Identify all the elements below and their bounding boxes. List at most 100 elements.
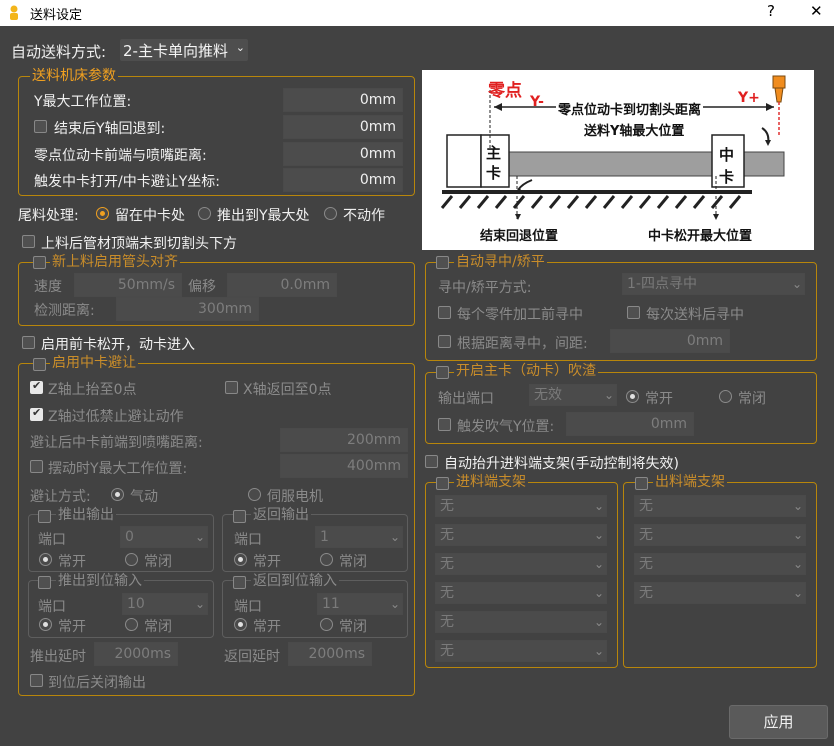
y-return-input[interactable]: 0mm <box>283 115 403 139</box>
z-low-checkbox[interactable] <box>30 406 43 421</box>
center-by-distance-checkbox[interactable] <box>438 335 451 348</box>
front-release-checkbox[interactable] <box>22 336 35 349</box>
apply-button[interactable]: 应用 <box>729 705 828 739</box>
blow-trigger-input[interactable]: 0mm <box>566 412 694 436</box>
push-delay-input[interactable]: 2000ms <box>94 642 178 666</box>
detect-label: 检测距离: <box>34 303 95 319</box>
chevron-down-icon: ⌄ <box>389 597 400 611</box>
push-out-title: 推出输出 <box>56 507 116 523</box>
push-delay-label: 推出延时 <box>30 649 86 665</box>
center-mode-select[interactable]: 1-四点寻中 ⌄ <box>622 273 805 295</box>
detect-input[interactable]: 300mm <box>116 297 259 321</box>
z-up-checkbox[interactable] <box>30 379 43 394</box>
infeed-select-1[interactable]: 无 ⌄ <box>435 495 607 517</box>
return-out-open-radio[interactable] <box>234 553 247 566</box>
outfeed-value-4: 无 <box>639 585 653 601</box>
chevron-down-icon: ⌄ <box>194 530 205 544</box>
push-in-close-radio[interactable] <box>125 618 138 631</box>
main-clamp-char2: 卡 <box>486 164 502 182</box>
trigger-y-input[interactable]: 0mm <box>283 168 403 192</box>
close-icon[interactable]: ✕ <box>810 2 823 20</box>
blow-open-radio[interactable] <box>626 390 639 403</box>
blow-checkbox[interactable] <box>436 366 449 379</box>
new-feed-title: 新上料启用管头对齐 <box>50 254 180 270</box>
new-feed-checkbox[interactable] <box>33 256 46 269</box>
outfeed-select-3[interactable]: 无 ⌄ <box>634 553 806 575</box>
chevron-down-icon: ⌄ <box>235 41 245 54</box>
push-in-open-radio[interactable] <box>39 618 52 631</box>
zero-distance-input[interactable]: 0mm <box>283 142 403 166</box>
machine-params-title: 送料机床参数 <box>30 68 118 84</box>
push-out-close-radio[interactable] <box>125 553 138 566</box>
center-distance-input[interactable]: 0mm <box>610 329 730 353</box>
y-minus-label: Y- <box>530 94 544 110</box>
outfeed-select-1[interactable]: 无 ⌄ <box>634 495 806 517</box>
return-in-port-select[interactable]: 11 ⌄ <box>317 593 403 615</box>
outfeed-select-2[interactable]: 无 ⌄ <box>634 524 806 546</box>
top-check-checkbox[interactable] <box>22 235 35 248</box>
push-in-open-label: 常开 <box>58 619 86 635</box>
auto-lift-checkbox[interactable] <box>425 455 438 468</box>
y-max-pos-label: 送料Y轴最大位置 <box>584 124 685 139</box>
center-before-part-checkbox[interactable] <box>438 306 451 319</box>
tail-radio-stay[interactable] <box>96 207 109 220</box>
avoid-mode-pneumatic-label: 气动 <box>130 489 158 505</box>
push-in-port-select[interactable]: 10 ⌄ <box>122 593 208 615</box>
swing-input[interactable]: 400mm <box>280 454 408 478</box>
auto-center-checkbox[interactable] <box>436 256 449 269</box>
center-by-distance-label: 根据距离寻中，间距: <box>457 336 588 352</box>
infeed-select-6[interactable]: 无 ⌄ <box>435 640 607 662</box>
return-in-close-label: 常闭 <box>339 619 367 635</box>
outfeed-select-4[interactable]: 无 ⌄ <box>634 582 806 604</box>
title-bar: 送料设定 ? ✕ <box>0 0 834 26</box>
mode-select[interactable]: 2-主卡单向推料 ⌄ <box>120 39 248 61</box>
infeed-title: 进料端支架 <box>454 474 528 490</box>
swing-checkbox[interactable] <box>30 460 43 473</box>
return-out-close-radio[interactable] <box>320 553 333 566</box>
speed-input[interactable]: 50mm/s <box>74 273 182 297</box>
offset-input[interactable]: 0.0mm <box>227 273 337 297</box>
return-in-close-radio[interactable] <box>320 618 333 631</box>
outfeed-checkbox[interactable] <box>635 477 648 490</box>
return-out-checkbox[interactable] <box>233 510 246 523</box>
close-output-checkbox[interactable] <box>30 674 43 687</box>
tail-radio-push[interactable] <box>198 207 211 220</box>
y-max-input[interactable]: 0mm <box>283 88 403 112</box>
avoid-mode-servo-label: 伺服电机 <box>267 489 323 505</box>
blow-close-radio[interactable] <box>719 390 732 403</box>
tail-opt-none: 不动作 <box>343 208 385 224</box>
infeed-select-2[interactable]: 无 ⌄ <box>435 524 607 546</box>
chevron-down-icon: ⌄ <box>792 557 803 571</box>
end-position-label: 结束回退位置 <box>480 229 559 244</box>
push-out-port-select[interactable]: 0 ⌄ <box>120 526 208 548</box>
return-in-open-radio[interactable] <box>234 618 247 631</box>
y-plus-label: Y+ <box>738 90 760 106</box>
push-out-checkbox[interactable] <box>38 510 51 523</box>
return-out-port-select[interactable]: 1 ⌄ <box>315 526 403 548</box>
tail-radio-none[interactable] <box>324 207 337 220</box>
tail-label: 尾料处理: <box>18 208 79 224</box>
chevron-down-icon: ⌄ <box>593 499 604 513</box>
center-after-feed-checkbox[interactable] <box>627 306 640 319</box>
infeed-select-5[interactable]: 无 ⌄ <box>435 611 607 633</box>
push-in-checkbox[interactable] <box>38 576 51 589</box>
return-in-checkbox[interactable] <box>233 576 246 589</box>
outfeed-value-2: 无 <box>639 527 653 543</box>
return-delay-input[interactable]: 2000ms <box>288 642 372 666</box>
infeed-checkbox[interactable] <box>436 477 449 490</box>
swing-label: 摆动时Y最大工作位置: <box>48 461 188 477</box>
help-button[interactable]: ? <box>767 2 775 20</box>
mid-avoid-checkbox[interactable] <box>33 358 46 371</box>
blow-trigger-checkbox[interactable] <box>438 418 451 431</box>
infeed-value-5: 无 <box>440 614 454 630</box>
avoid-mode-servo-radio[interactable] <box>248 488 261 501</box>
infeed-select-4[interactable]: 无 ⌄ <box>435 582 607 604</box>
x-back-checkbox[interactable] <box>225 381 238 394</box>
avoid-distance-input[interactable]: 200mm <box>280 428 408 452</box>
feed-diagram: 零点 Y- Y+ 零点位动卡到切割头距离 送料Y轴最大位置 主 卡 中 卡 结束… <box>422 70 814 250</box>
infeed-select-3[interactable]: 无 ⌄ <box>435 553 607 575</box>
push-out-open-radio[interactable] <box>39 553 52 566</box>
y-return-checkbox[interactable] <box>34 120 47 133</box>
avoid-mode-pneumatic-radio[interactable] <box>111 488 124 501</box>
blow-port-select[interactable]: 无效 ⌄ <box>529 384 617 406</box>
